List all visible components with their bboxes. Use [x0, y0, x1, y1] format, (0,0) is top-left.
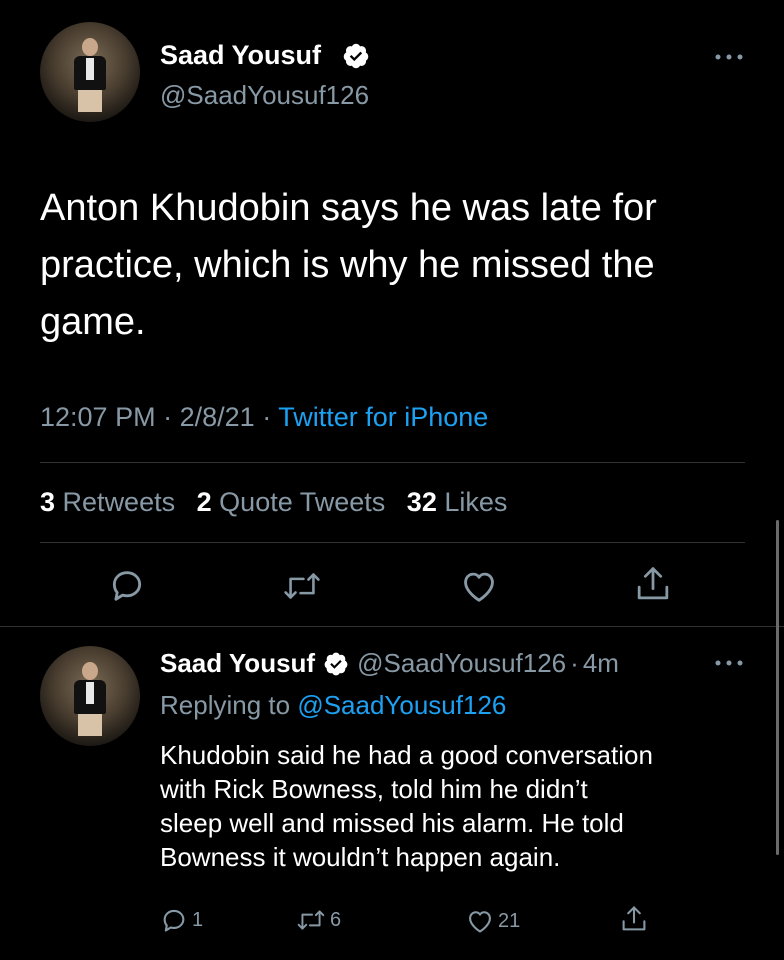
author-avatar[interactable] — [40, 22, 140, 122]
replying-to-handle[interactable]: @SaadYousuf126 — [297, 690, 506, 720]
verified-badge-icon — [342, 42, 370, 70]
reply-text-line: with Rick Bowness, told him he didn’t — [160, 774, 588, 804]
author-name[interactable]: Saad Yousuf — [160, 40, 321, 71]
reply-time[interactable]: 4m — [583, 648, 619, 679]
reply-icon[interactable] — [108, 566, 146, 604]
reply-text-line: Khudobin said he had a good conversation — [160, 740, 653, 770]
retweet-icon — [296, 907, 326, 933]
divider — [0, 626, 784, 627]
like-icon[interactable] — [460, 568, 498, 604]
reply-action-like[interactable]: 21 — [466, 908, 520, 934]
tweet-meta: 12:07 PM · 2/8/21 · Twitter for iPhone — [40, 402, 488, 433]
tweet-text-line: Anton Khudobin says he was late for — [40, 187, 657, 229]
retweets-count: 3 — [40, 487, 56, 517]
reply-action-retweet[interactable]: 6 — [296, 907, 341, 933]
replying-to-label: Replying to — [160, 690, 291, 720]
tweet-date[interactable]: 2/8/21 — [180, 402, 255, 432]
verified-badge-icon — [323, 651, 349, 677]
likes-count: 32 — [406, 487, 437, 517]
meta-separator: · — [262, 402, 272, 432]
meta-separator: · — [163, 402, 173, 432]
reply-icon — [160, 906, 188, 934]
retweets-stat[interactable]: 3 Retweets — [40, 487, 183, 517]
tweet-time[interactable]: 12:07 PM — [40, 402, 156, 432]
retweet-icon[interactable] — [282, 568, 322, 604]
quote-tweets-label: Quote Tweets — [219, 487, 386, 517]
reply-author-handle[interactable]: @SaadYousuf126 — [357, 648, 566, 679]
scrollbar[interactable] — [776, 520, 779, 855]
reply-text-line: sleep well and missed his alarm. He told — [160, 808, 624, 838]
tweet-text: Anton Khudobin says he was late for prac… — [40, 180, 760, 351]
reply-author-name[interactable]: Saad Yousuf — [160, 648, 315, 679]
author-handle[interactable]: @SaadYousuf126 — [160, 80, 369, 111]
divider — [40, 542, 745, 543]
meta-separator: · — [570, 648, 579, 678]
likes-label: Likes — [444, 487, 508, 517]
more-icon[interactable] — [712, 656, 746, 668]
more-icon[interactable] — [712, 50, 746, 62]
like-count: 21 — [498, 909, 521, 932]
quote-tweets-stat[interactable]: 2 Quote Tweets — [197, 487, 393, 517]
quote-tweets-count: 2 — [196, 487, 212, 517]
divider — [40, 462, 745, 463]
tweet-source-link[interactable]: Twitter for iPhone — [278, 402, 488, 432]
like-icon — [466, 908, 494, 934]
share-icon[interactable] — [634, 564, 672, 604]
tweet-text-line: practice, which is why he missed the — [40, 244, 655, 286]
retweets-label: Retweets — [62, 487, 176, 517]
replying-to: Replying to @SaadYousuf126 — [160, 690, 506, 721]
tweet-stats: 3 Retweets 2 Quote Tweets 32 Likes — [40, 487, 507, 518]
reply-text: Khudobin said he had a good conversation… — [160, 738, 760, 874]
reply-count: 1 — [192, 908, 204, 931]
tweet-text-line: game. — [40, 301, 146, 343]
retweet-count: 6 — [330, 908, 342, 931]
reply-header: Saad Yousuf @SaadYousuf126 · 4m — [160, 648, 619, 679]
reply-author-avatar[interactable] — [40, 646, 140, 746]
reply-action-reply[interactable]: 1 — [160, 906, 203, 934]
reply-text-line: Bowness it wouldn’t happen again. — [160, 842, 561, 872]
share-icon[interactable] — [620, 904, 648, 934]
likes-stat[interactable]: 32 Likes — [407, 487, 508, 517]
